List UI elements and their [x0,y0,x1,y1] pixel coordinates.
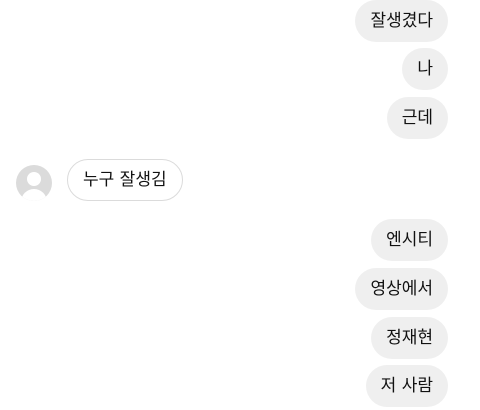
message-bubble-received[interactable]: 누구 잘생김 [67,159,183,201]
message-bubble-sent[interactable]: 잘생겼다 [355,0,448,42]
message-bubble-sent[interactable]: 저 사람 [365,365,448,407]
message-bubble-sent[interactable]: 정재현 [371,317,448,359]
default-profile-icon[interactable] [16,165,52,201]
avatar-shoulders-shape [21,189,47,201]
message-bubble-sent[interactable]: 영상에서 [355,268,448,310]
message-bubble-sent[interactable]: 엔시티 [371,219,448,261]
message-bubble-sent[interactable]: 나 [402,48,448,90]
message-bubble-sent[interactable]: 근데 [386,97,448,139]
avatar-head-shape [27,172,41,186]
